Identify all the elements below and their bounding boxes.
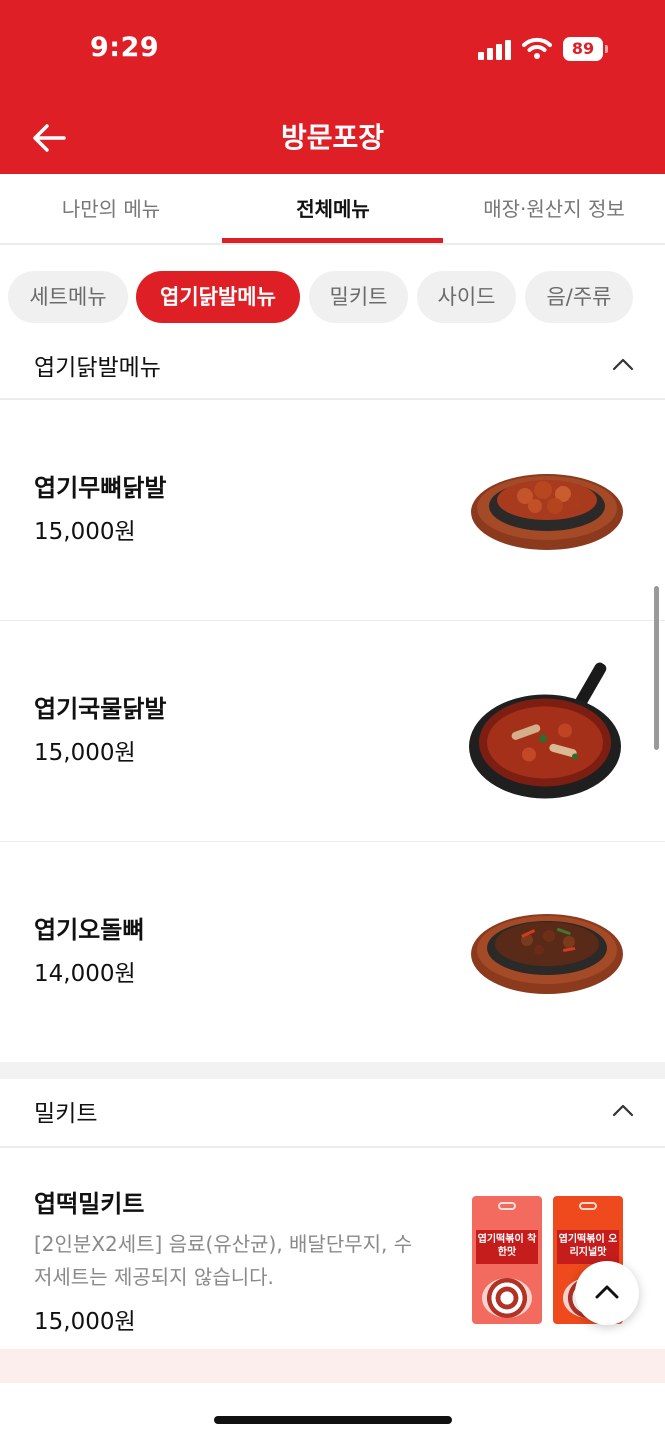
menu-item[interactable]: 엽기국물닭발 15,000원: [0, 621, 665, 842]
menu-item-price: 15,000원: [34, 1309, 136, 1335]
pack-label: 엽기떡볶이 착한맛: [476, 1230, 538, 1264]
app-header: 9:29 89 방문포장: [0, 0, 665, 174]
food-image: [469, 662, 621, 799]
section-title: 밀키트: [34, 1101, 98, 1127]
section-header-mealkit[interactable]: 밀키트: [0, 1080, 665, 1146]
category-chips: 세트메뉴 엽기닭발메뉴 밀키트 사이드 음/주류: [0, 245, 665, 340]
menu-item-price: 15,000원: [34, 519, 136, 545]
section-separator: [0, 1062, 665, 1079]
tab-all-menu[interactable]: 전체메뉴: [222, 174, 444, 244]
menu-item-name: 엽기무뼈닭발: [34, 474, 167, 502]
menu-item[interactable]: 엽기무뼈닭발 15,000원: [0, 400, 665, 621]
battery-icon: 89: [563, 37, 609, 61]
pack-label: 엽기떡볶이 오리지널맛: [557, 1230, 619, 1264]
battery-level: 89: [563, 37, 603, 61]
menu-item-name: 엽기국물닭발: [34, 695, 167, 723]
tab-store-origin-info[interactable]: 매장·원산지 정보: [443, 174, 665, 244]
menu-item-price: 14,000원: [34, 961, 136, 987]
tab-my-menu[interactable]: 나만의 메뉴: [0, 174, 222, 244]
chip-dakbal-menu[interactable]: 엽기닭발메뉴: [136, 271, 300, 323]
status-time: 9:29: [90, 32, 160, 63]
chip-mealkit[interactable]: 밀키트: [309, 271, 408, 323]
scroll-to-top-button[interactable]: [575, 1261, 639, 1325]
chip-set-menu[interactable]: 세트메뉴: [8, 271, 128, 323]
chevron-up-icon: [595, 1285, 619, 1299]
cellular-signal-icon: [478, 40, 512, 60]
mealkit-pack-image: 엽기떡볶이 착한맛: [472, 1196, 542, 1324]
chip-side[interactable]: 사이드: [417, 271, 516, 323]
wifi-icon: [522, 37, 552, 59]
chevron-up-icon[interactable]: [611, 1102, 635, 1118]
section-title: 엽기닭발메뉴: [34, 355, 161, 381]
page-title: 방문포장: [280, 121, 385, 154]
menu-item-description: [2인분X2세트] 음료(유산균), 배달단무지, 수저세트는 제공되지 않습니…: [34, 1232, 413, 1289]
section-header-dakbal[interactable]: 엽기닭발메뉴: [0, 334, 665, 400]
home-indicator[interactable]: [214, 1416, 452, 1424]
bottom-band: [0, 1349, 665, 1383]
menu-item-price: 15,000원: [34, 740, 136, 766]
food-image: [471, 914, 623, 994]
tab-bar: 나만의 메뉴 전체메뉴 매장·원산지 정보: [0, 174, 665, 245]
menu-item-name: 엽떡밀키트: [34, 1190, 145, 1218]
menu-item[interactable]: 엽기오돌뼈 14,000원: [0, 842, 665, 1063]
menu-item-name: 엽기오돌뼈: [34, 916, 145, 944]
scrollbar[interactable]: [654, 586, 659, 750]
chip-drinks[interactable]: 음/주류: [525, 271, 633, 323]
chevron-up-icon[interactable]: [611, 356, 635, 372]
menu-item[interactable]: 엽떡밀키트 [2인분X2세트] 음료(유산균), 배달단무지, 수저세트는 제공…: [0, 1148, 665, 1349]
food-image: [471, 474, 623, 550]
active-tab-indicator: [222, 238, 443, 243]
